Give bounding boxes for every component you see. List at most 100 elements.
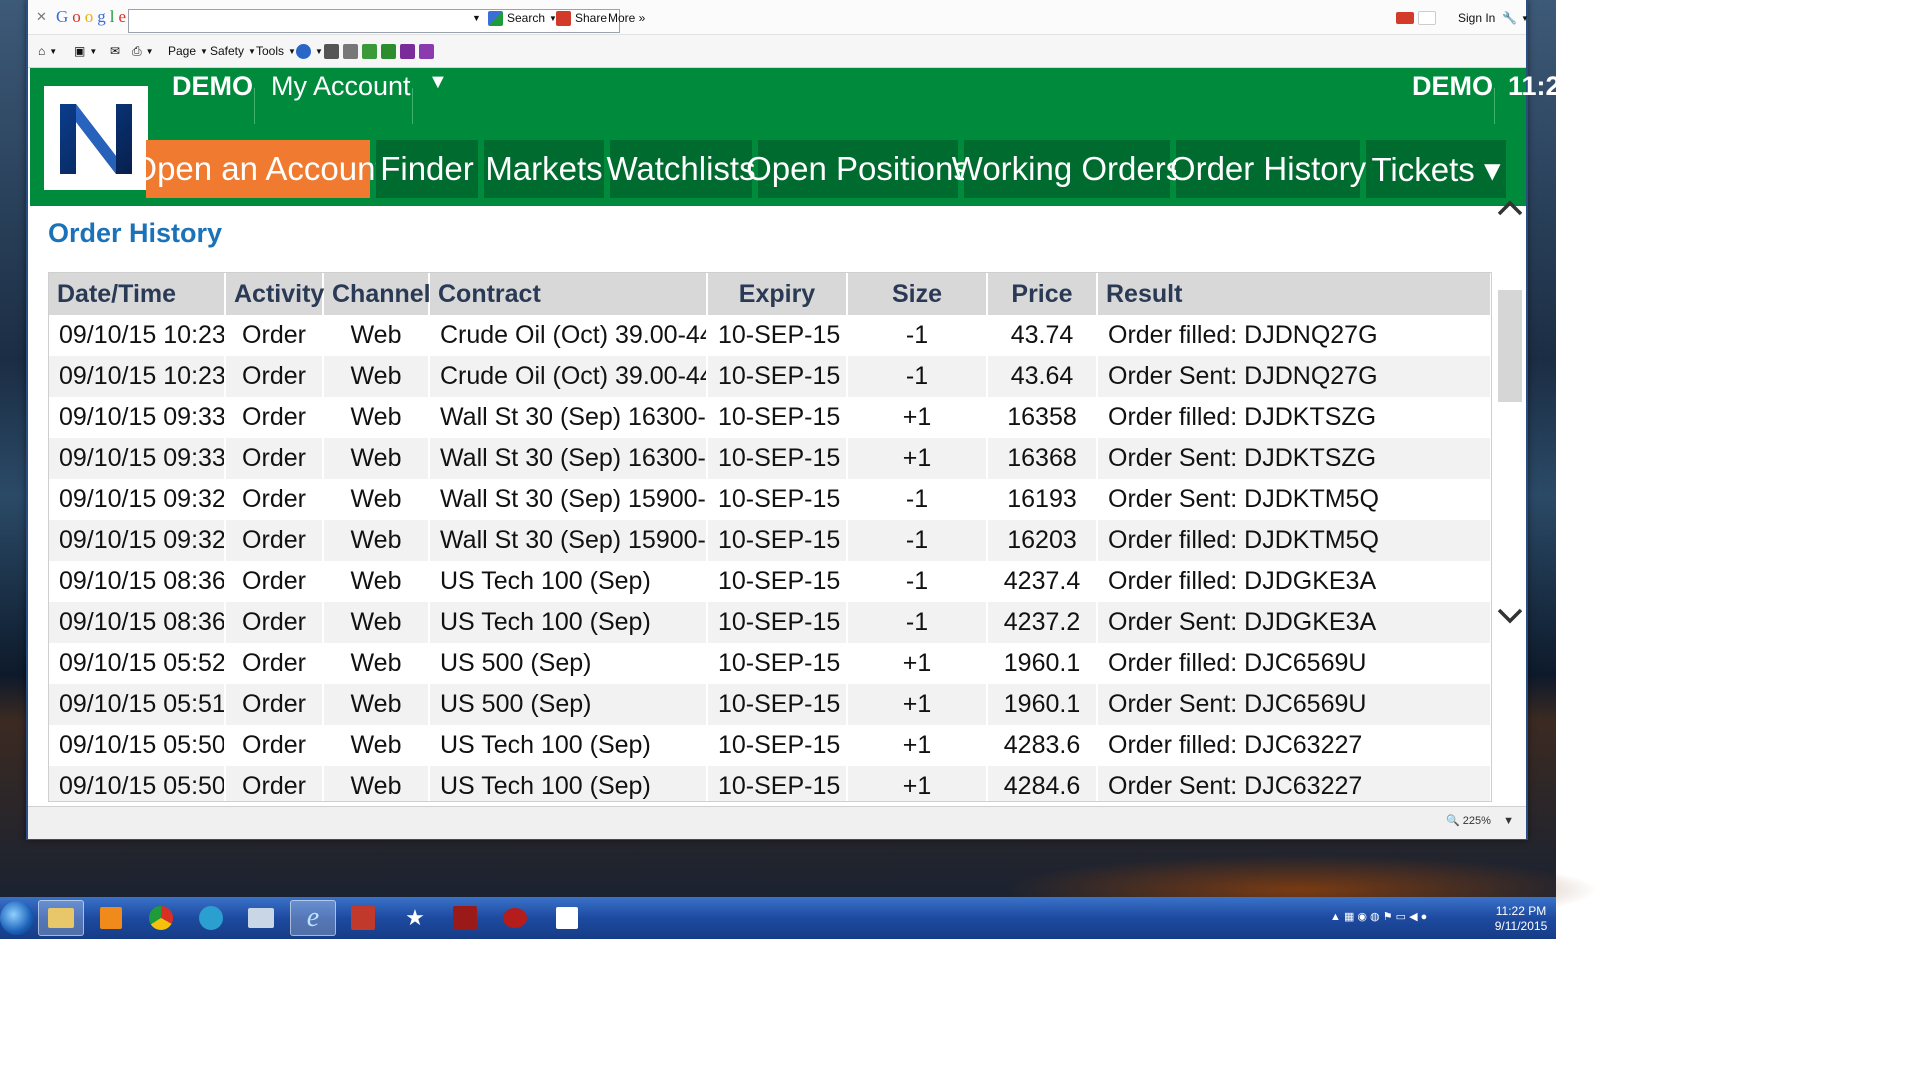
account-dropdown-icon[interactable]: ▼: [428, 71, 448, 94]
share-button[interactable]: Share: [556, 7, 607, 29]
scroll-down-icon[interactable]: [1496, 602, 1524, 630]
close-toolbar-icon[interactable]: ✕: [36, 6, 47, 28]
table-row[interactable]: 09/10/15 09:32 Order Web Wall St 30 (Sep) 1…: [49, 520, 1491, 561]
cell-channel: Web: [323, 766, 430, 801]
col-contract[interactable]: Contract: [429, 273, 708, 315]
tray-icons[interactable]: ▲ ▦ ◉ ◍ ⚑ ▭ ◀ ●: [1330, 910, 1427, 923]
star-taskbar-icon[interactable]: ★: [392, 900, 438, 936]
folder-taskbar-icon[interactable]: [238, 900, 284, 936]
addon-icons[interactable]: [324, 40, 434, 62]
game-taskbar-icon[interactable]: [340, 900, 386, 936]
nav-open-positions[interactable]: Open Positions: [746, 140, 970, 198]
cell-date-time: 09/10/15 09:33: [49, 438, 226, 479]
search-button[interactable]: Search ▼: [488, 7, 557, 29]
nav-open-account[interactable]: Open an Account: [131, 140, 385, 198]
cell-result: Order filled: DJC63227: [1097, 725, 1491, 766]
table-row[interactable]: 09/10/15 05:50 Order Web US Tech 100 (Sep) 1…: [49, 766, 1491, 801]
col-channel[interactable]: Channel: [323, 273, 431, 315]
nav-markets[interactable]: Markets: [484, 140, 604, 198]
grid-taskbar-icon[interactable]: [544, 900, 590, 936]
cell-channel: Web: [323, 397, 430, 438]
cell-expiry: 10-SEP-15: [707, 643, 848, 684]
table-row[interactable]: 09/10/15 05:52 Order Web US 500 (Sep) 10-SEP…: [49, 643, 1491, 684]
table-row[interactable]: 09/10/15 08:36 Order Web US Tech 100 (Sep) 1…: [49, 602, 1491, 643]
media-player-taskbar-icon[interactable]: [88, 900, 134, 936]
home-icon[interactable]: ⌂ ▼: [38, 40, 57, 62]
tool-taskbar-icon[interactable]: [442, 900, 488, 936]
col-price[interactable]: Price: [987, 273, 1098, 315]
table-row[interactable]: 09/10/15 09:32 Order Web Wall St 30 (Sep) 1…: [49, 479, 1491, 520]
google-plus-icon[interactable]: [1396, 7, 1436, 29]
cell-size: -1: [847, 520, 988, 561]
page-menu[interactable]: Page ▼: [168, 40, 208, 62]
col-activity[interactable]: Activity: [225, 273, 324, 315]
cell-expiry: 10-SEP-15: [707, 520, 848, 561]
col-date-time[interactable]: Date/Time: [49, 273, 226, 315]
nav-watchlists[interactable]: Watchlists: [606, 140, 756, 198]
start-button[interactable]: [0, 901, 34, 935]
cell-contract: US Tech 100 (Sep): [429, 766, 708, 801]
table-row[interactable]: 09/10/15 08:36 Order Web US Tech 100 (Sep) 1…: [49, 561, 1491, 602]
cell-channel: Web: [323, 356, 430, 397]
more-button[interactable]: More »: [608, 7, 645, 29]
order-history-table: Date/Time Activity Channel Contract Expi…: [48, 272, 1492, 802]
app2-taskbar-icon[interactable]: [492, 900, 538, 936]
google-toolbar: ✕ Google ▼ Search ▼ Share More » Sign In …: [28, 0, 1529, 35]
cell-channel: Web: [323, 684, 430, 725]
cell-result: Order filled: DJDGKE3A: [1097, 561, 1491, 602]
cell-size: -1: [847, 602, 988, 643]
table-row[interactable]: 09/10/15 09:33 Order Web Wall St 30 (Sep) 1…: [49, 397, 1491, 438]
zoom-control[interactable]: 🔍 225% ▼: [1446, 814, 1514, 827]
cell-result: Order filled: DJC6569U: [1097, 643, 1491, 684]
scroll-thumb[interactable]: [1498, 290, 1522, 402]
mail-icon[interactable]: ✉: [110, 40, 120, 62]
vertical-scrollbar[interactable]: [1492, 200, 1526, 806]
search-dropdown-icon[interactable]: ▼: [472, 7, 481, 29]
cell-channel: Web: [323, 479, 430, 520]
internet-explorer-taskbar-icon[interactable]: e: [290, 900, 336, 936]
cell-date-time: 09/10/15 08:36: [49, 561, 226, 602]
system-clock[interactable]: 11:22 PM 9/11/2015: [1486, 904, 1556, 934]
chrome-taskbar-icon[interactable]: [138, 900, 184, 936]
table-header-row: Date/Time Activity Channel Contract Expi…: [49, 273, 1491, 315]
app-taskbar-icon[interactable]: [188, 900, 234, 936]
col-size[interactable]: Size: [847, 273, 988, 315]
cell-date-time: 09/10/15 09:32: [49, 479, 226, 520]
sign-in-button[interactable]: Sign In: [1458, 7, 1495, 29]
cell-activity: Order: [225, 397, 324, 438]
demo-badge: DEMO: [1412, 71, 1493, 101]
safety-menu[interactable]: Safety ▼: [210, 40, 256, 62]
explorer-taskbar-icon[interactable]: [38, 900, 84, 936]
feeds-icon[interactable]: ▣ ▼: [74, 40, 97, 62]
col-expiry[interactable]: Expiry: [707, 273, 848, 315]
wrench-icon[interactable]: 🔧 ▼: [1502, 7, 1529, 29]
table-row[interactable]: 09/10/15 05:51 Order Web US 500 (Sep) 10-SEP…: [49, 684, 1491, 725]
system-time: 11:22 PM: [1495, 904, 1547, 918]
cell-size: -1: [847, 479, 988, 520]
nav-tickets[interactable]: Tickets ▾: [1366, 140, 1506, 198]
table-row[interactable]: 09/10/15 10:23 Order Web Crude Oil (Oct) 39…: [49, 315, 1491, 356]
cell-activity: Order: [225, 520, 324, 561]
table-row[interactable]: 09/10/15 09:33 Order Web Wall St 30 (Sep) 1…: [49, 438, 1491, 479]
help-icon[interactable]: ▼: [296, 40, 323, 62]
table-row[interactable]: 09/10/15 05:50 Order Web US Tech 100 (Sep) 1…: [49, 725, 1491, 766]
print-icon[interactable]: ⎙ ▼: [132, 40, 154, 62]
cell-activity: Order: [225, 356, 324, 397]
cell-date-time: 09/10/15 09:32: [49, 520, 226, 561]
tools-menu[interactable]: Tools ▼: [256, 40, 296, 62]
cell-result: Order Sent: DJDGKE3A: [1097, 602, 1491, 643]
nav-order-history[interactable]: Order History: [1170, 140, 1366, 198]
cell-channel: Web: [323, 561, 430, 602]
nav-working-orders[interactable]: Working Orders: [952, 140, 1182, 198]
scroll-up-icon[interactable]: [1496, 194, 1524, 222]
nav-finder[interactable]: Finder: [376, 140, 478, 198]
cell-activity: Order: [225, 602, 324, 643]
my-account-link[interactable]: My Account: [271, 71, 411, 102]
col-result[interactable]: Result: [1097, 273, 1491, 315]
table-row[interactable]: 09/10/15 10:23 Order Web Crude Oil (Oct) 39…: [49, 356, 1491, 397]
share-label: Share: [575, 11, 608, 25]
cell-expiry: 10-SEP-15: [707, 766, 848, 801]
cell-activity: Order: [225, 643, 324, 684]
cell-price: 1960.1: [987, 643, 1098, 684]
account-mode-label: DEMO: [172, 71, 253, 101]
